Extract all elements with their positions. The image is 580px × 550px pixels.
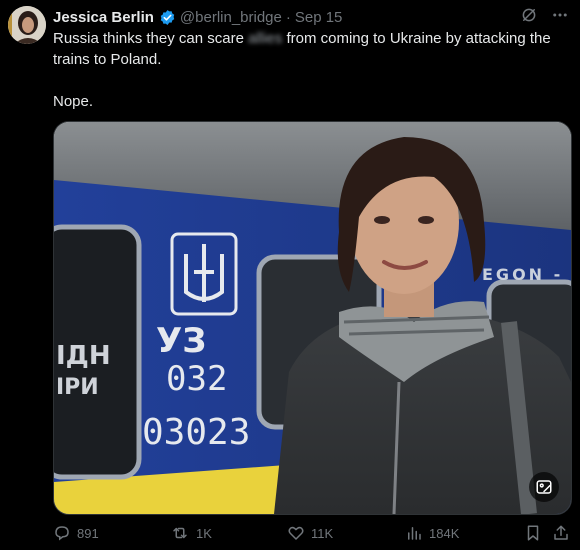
- repost-icon: [170, 524, 190, 542]
- like-count: 11K: [311, 525, 334, 541]
- tweet-date[interactable]: Sep 15: [295, 9, 343, 26]
- tweet-photo[interactable]: ІДН ІРИ EGON - УЗ 032 03023: [53, 121, 572, 515]
- tweet-text-line-1: Russia thinks they can scare allies from…: [53, 28, 573, 70]
- side-text-2: ІРИ: [56, 375, 99, 400]
- repost-button[interactable]: 1K: [170, 524, 212, 542]
- views-icon: [405, 524, 423, 542]
- train-code-text: УЗ: [156, 321, 206, 361]
- separator-dot: ·: [285, 8, 291, 26]
- reply-count: 891: [77, 525, 99, 541]
- views-button[interactable]: 184K: [405, 524, 459, 542]
- action-bar: 891 1K 11K 184K: [53, 524, 570, 546]
- image-edit-icon[interactable]: [529, 472, 559, 502]
- more-icon[interactable]: [550, 6, 570, 29]
- share-button[interactable]: [552, 524, 570, 542]
- bookmark-button[interactable]: [524, 524, 542, 542]
- blurred-word: allies: [248, 30, 283, 47]
- author-name[interactable]: Jessica Berlin: [53, 9, 154, 26]
- reply-icon: [53, 524, 71, 542]
- avatar[interactable]: [8, 6, 46, 44]
- reply-button[interactable]: 891: [53, 524, 99, 542]
- share-icon: [552, 524, 570, 542]
- brand-text: EGON -: [482, 265, 563, 284]
- photo-illustration: ІДН ІРИ EGON - УЗ 032 03023: [54, 122, 571, 514]
- car-number-text: 03023: [142, 412, 250, 453]
- repost-count: 1K: [196, 525, 212, 541]
- tweet-header: Jessica Berlin @berlin_bridge · Sep 15: [53, 7, 342, 27]
- text-before: Russia thinks they can scare: [53, 30, 249, 47]
- train-number-text: 032: [166, 359, 227, 399]
- grok-icon[interactable]: [520, 6, 538, 29]
- tweet-text: Russia thinks they can scare allies from…: [53, 28, 573, 112]
- tweet-text-line-2: Nope.: [53, 93, 94, 110]
- author-handle[interactable]: @berlin_bridge: [180, 9, 282, 26]
- views-count: 184K: [429, 525, 460, 541]
- header-actions: [520, 6, 570, 29]
- like-icon: [287, 524, 305, 542]
- bookmark-icon: [524, 524, 542, 542]
- like-button[interactable]: 11K: [287, 524, 333, 542]
- verified-badge-icon[interactable]: [159, 9, 176, 26]
- side-text: ІДН: [56, 341, 111, 371]
